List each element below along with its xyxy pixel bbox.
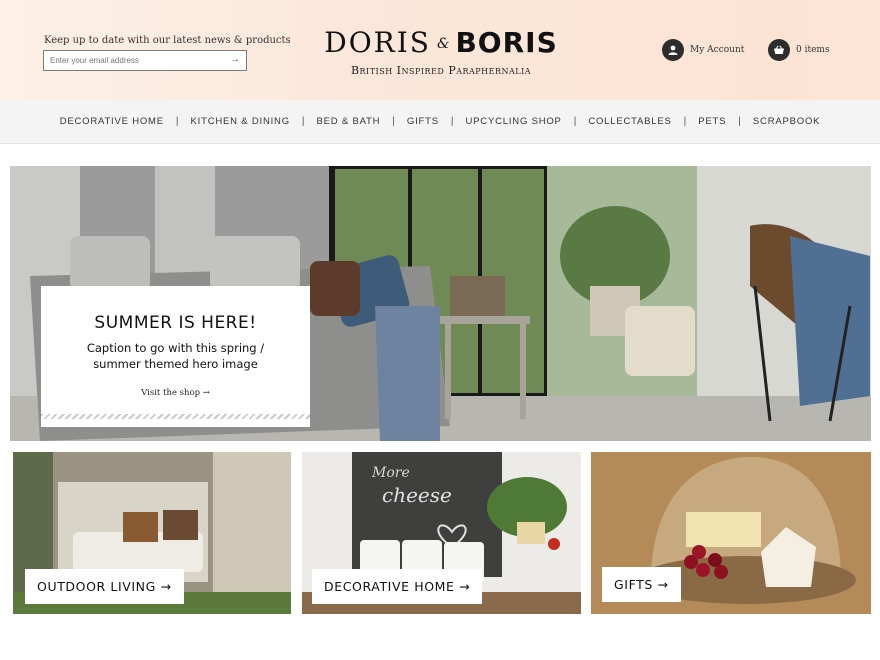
logo-word-boris: BORIS	[455, 25, 558, 59]
newsletter-email-input[interactable]	[44, 51, 224, 70]
nav-item-bed-bath[interactable]: Bed & Bath	[317, 116, 381, 127]
nav-separator: |	[450, 116, 454, 127]
nav-item-pets[interactable]: Pets	[698, 116, 726, 127]
visit-shop-link[interactable]: Visit the shop →	[41, 388, 310, 398]
tile-outdoor-living[interactable]: OUTDOOR LIVING →	[13, 452, 291, 614]
nav-separator: |	[683, 116, 687, 127]
cart-link[interactable]: 0 items	[768, 39, 830, 61]
newsletter-submit-button[interactable]: →	[230, 54, 240, 65]
site-header: Keep up to date with our latest news & p…	[0, 0, 880, 100]
my-account-label: My Account	[690, 45, 745, 55]
nav-separator: |	[573, 116, 577, 127]
nav-separator: |	[738, 116, 741, 127]
nav-item-scrapbook[interactable]: Scrapbook	[753, 116, 820, 127]
tile-decorative-home-label[interactable]: DECORATIVE HOME →	[312, 569, 483, 604]
nav-separator: |	[392, 116, 395, 127]
my-account-link[interactable]: My Account	[662, 39, 744, 61]
tile-decorative-home[interactable]: More cheese DECORATIVE HOME →	[302, 452, 581, 614]
hero-caption-card: SUMMER IS HERE! Caption to go with this …	[41, 286, 310, 427]
nav-item-collectables[interactable]: Collectables	[588, 116, 671, 127]
svg-text:cheese: cheese	[382, 483, 452, 507]
hero-title: SUMMER IS HERE!	[94, 313, 257, 333]
tile-gifts[interactable]: GIFTS →	[591, 452, 871, 614]
user-icon	[662, 39, 684, 61]
svg-text:More: More	[371, 465, 410, 481]
main-navigation: Decorative Home | Kitchen & Dining | Bed…	[0, 100, 880, 144]
newsletter-form: →	[43, 50, 247, 71]
nav-item-kitchen-dining[interactable]: Kitchen & Dining	[191, 116, 290, 127]
nav-separator: |	[175, 116, 179, 127]
nav-item-decorative-home[interactable]: Decorative Home	[60, 116, 164, 127]
caption-zigzag-border	[41, 414, 310, 419]
nav-item-upcycling-shop[interactable]: Upcycling Shop	[466, 116, 562, 127]
site-logo[interactable]: DORIS & BORIS	[324, 22, 558, 62]
site-tagline: British Inspired Paraphernalia	[350, 64, 532, 77]
hero-subtitle: Caption to go with this spring / summer …	[86, 341, 265, 371]
newsletter-label: Keep up to date with our latest news & p…	[44, 35, 291, 46]
basket-icon	[768, 39, 790, 61]
tile-gifts-label[interactable]: GIFTS →	[602, 567, 681, 602]
logo-ampersand: &	[436, 36, 450, 52]
logo-word-doris: DORIS	[324, 25, 431, 59]
cart-count: 0 items	[796, 45, 830, 55]
tile-outdoor-living-label[interactable]: OUTDOOR LIVING →	[25, 569, 184, 604]
nav-item-gifts[interactable]: Gifts	[407, 116, 439, 127]
nav-separator: |	[301, 116, 305, 127]
